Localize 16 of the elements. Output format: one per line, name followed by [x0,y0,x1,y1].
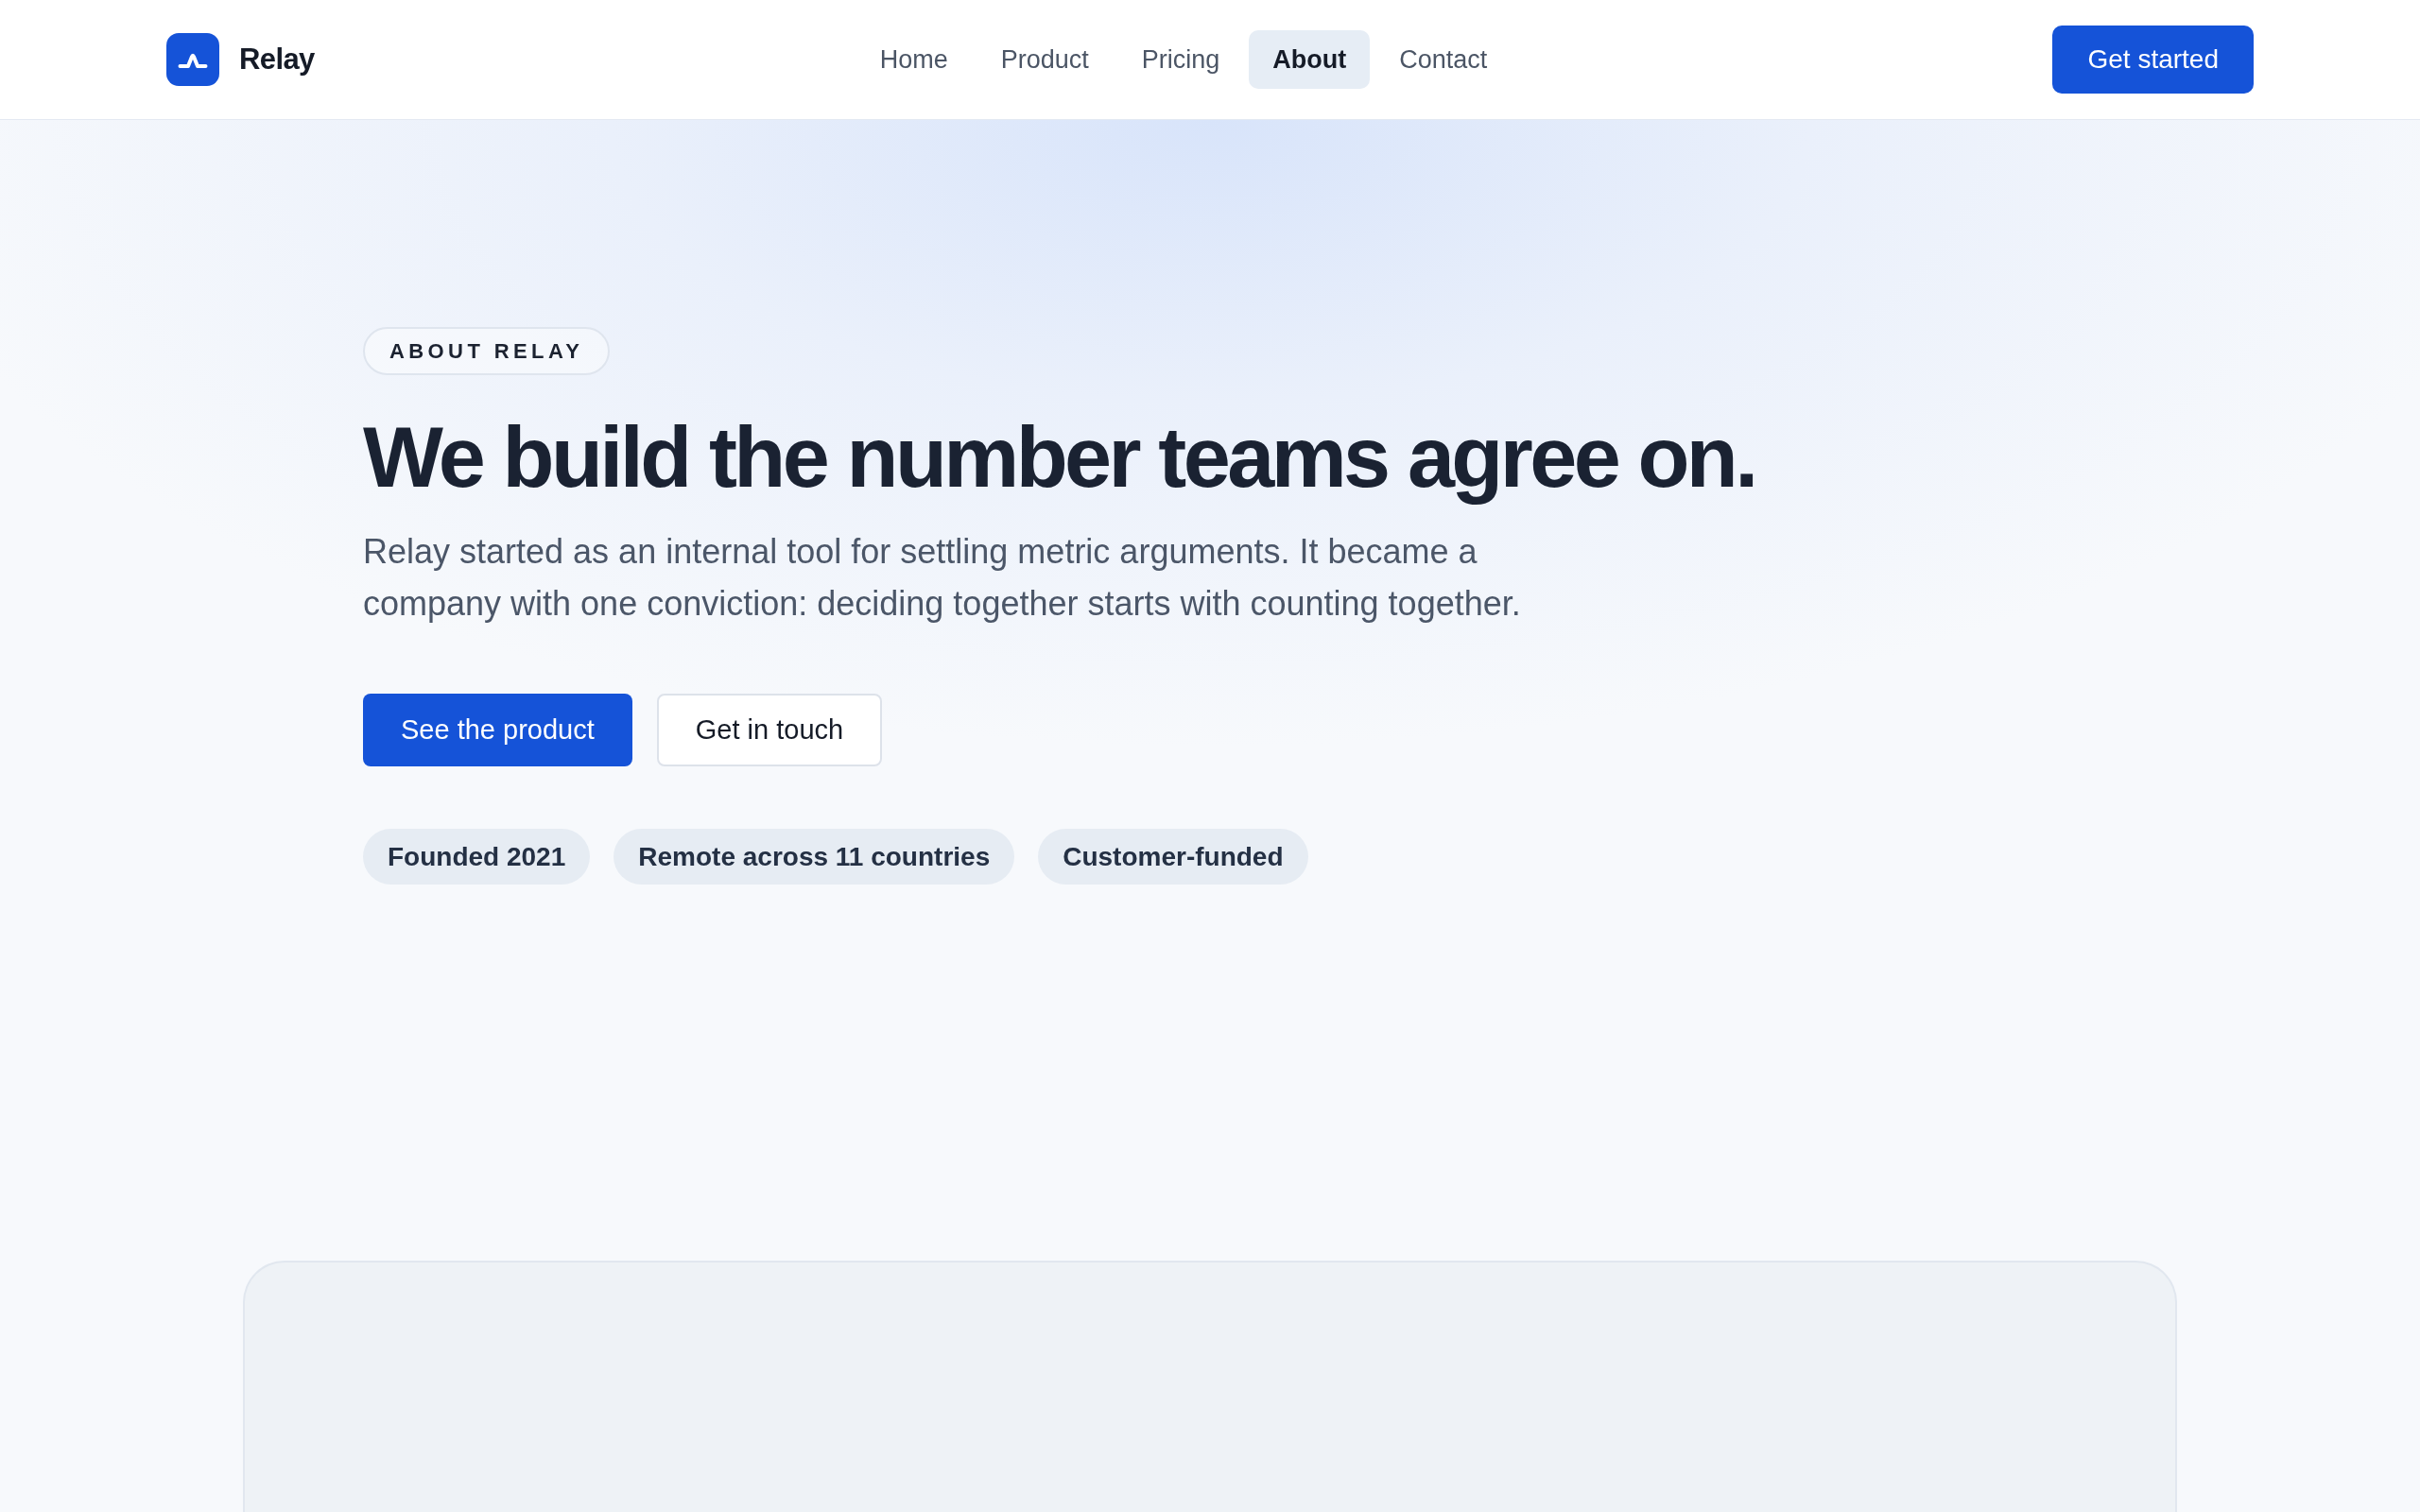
brand-name: Relay [239,41,315,77]
hero-description: Relay started as an internal tool for settling metric arguments. It became a company with one conviction: deciding together starts with counting together. [363,531,1522,625]
fact-pill: Founded 2021 [363,829,591,885]
hero-heading: We build the number teams agree on. [363,409,1756,507]
fact-pill: Remote across 11 countries [614,829,1015,885]
nav-link[interactable]: Product [977,30,1113,89]
see-product-button[interactable]: See the product [363,694,632,766]
nav-link[interactable]: Pricing [1117,30,1244,89]
nav-link[interactable]: Contact [1375,30,1512,89]
contact-button[interactable]: Get in touch [656,694,883,766]
logo-icon [166,33,219,86]
get-started-button[interactable]: Get started [2052,26,2254,94]
nav-link[interactable]: Home [856,30,972,89]
nav-link[interactable]: About [1249,30,1371,89]
eyebrow-label: ABOUT RELAY [363,327,611,375]
fact-pill: Customer-funded [1038,829,1308,885]
